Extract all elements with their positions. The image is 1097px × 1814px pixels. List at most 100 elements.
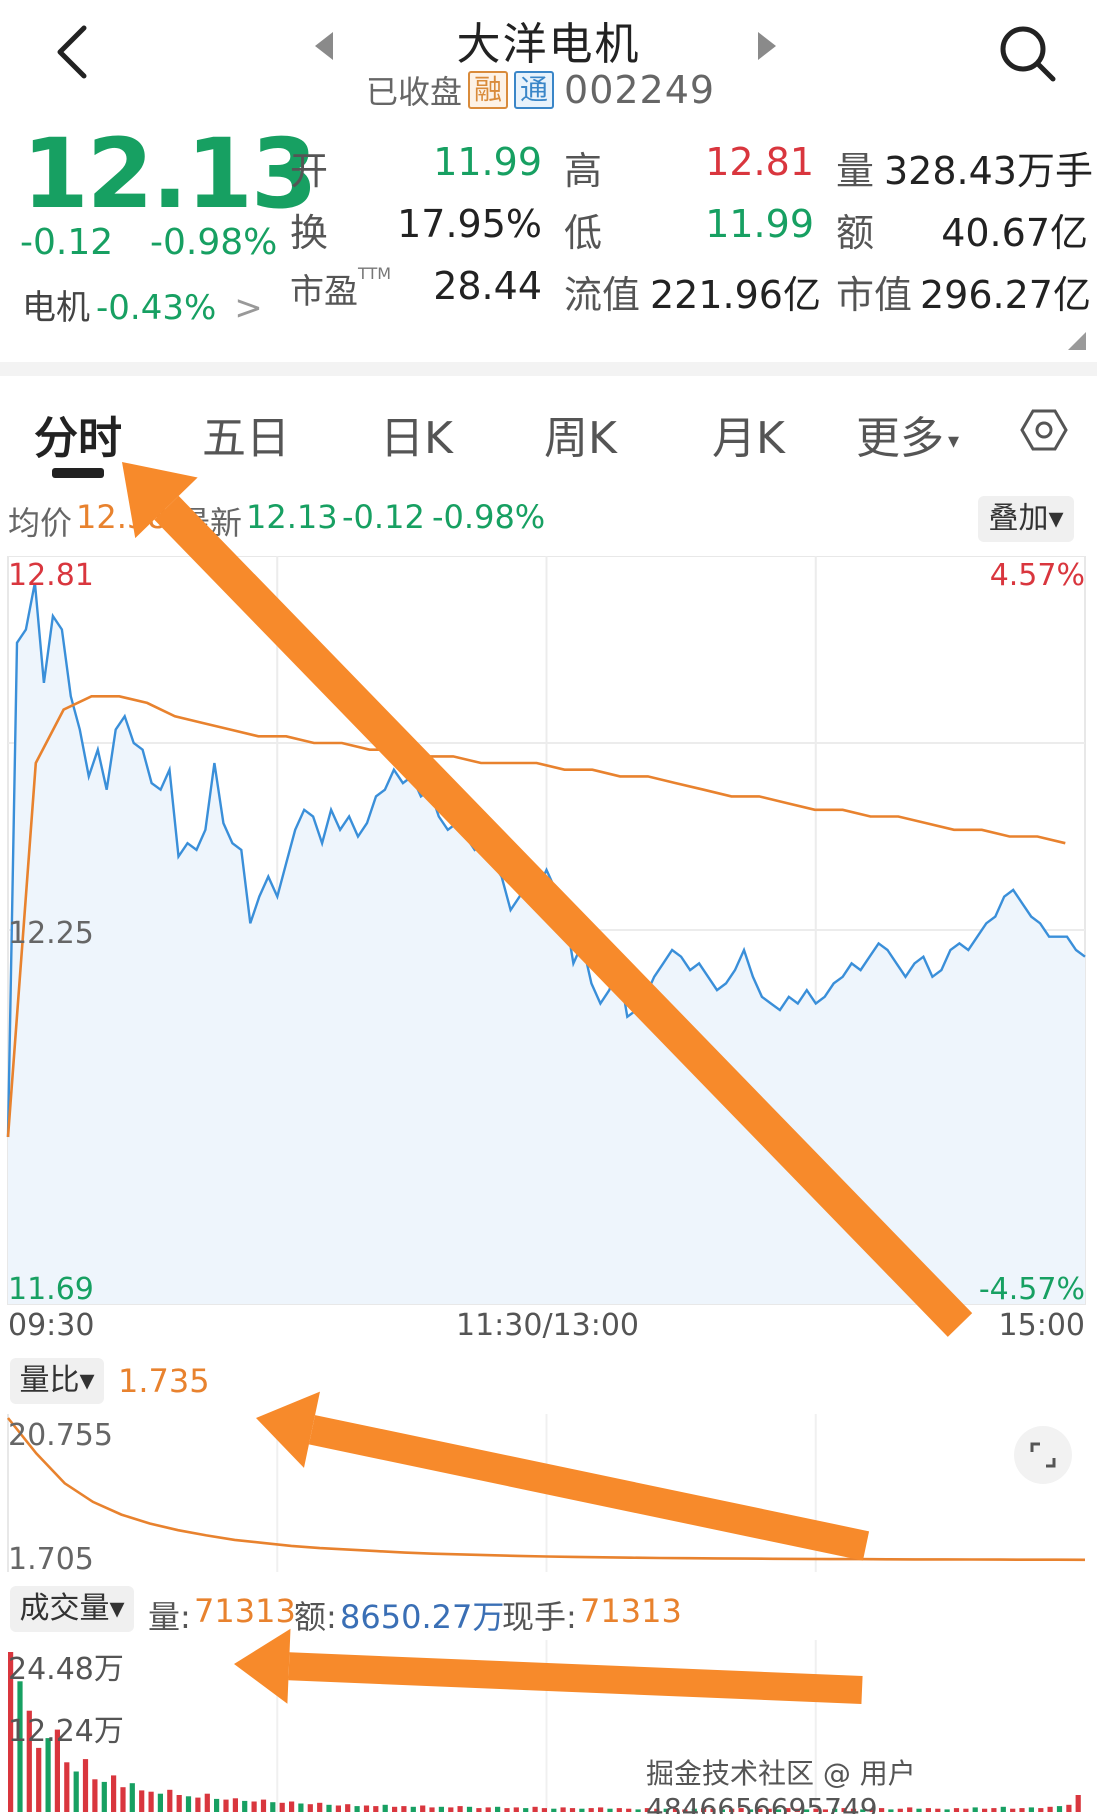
tab-monthly-k[interactable]: 月K: [712, 402, 785, 466]
volume-bar: [36, 1747, 42, 1812]
price-change: -0.12: [20, 222, 114, 263]
high-label: 高: [564, 149, 603, 193]
volume-bar: [251, 1801, 257, 1812]
y-mid-label: 12.25: [8, 916, 94, 951]
volume-bar: [279, 1802, 285, 1812]
watermark: 掘金技术社区 @ 用户4846656695749: [646, 1757, 916, 1814]
tab-five-day[interactable]: 五日: [202, 402, 290, 466]
volume-bar: [551, 1808, 557, 1812]
volume-bar: [457, 1806, 463, 1812]
amount-label: 额: [836, 211, 875, 255]
x-mid-label: 11:30/13:00: [456, 1308, 640, 1343]
turnover-value: 17.95%: [397, 202, 542, 246]
tab-more-label: 更多: [856, 413, 944, 464]
volume-selector[interactable]: 成交量▾: [10, 1586, 134, 1632]
volume-bar: [64, 1762, 70, 1812]
volume-bar: [82, 1759, 89, 1812]
volume-bar: [523, 1808, 529, 1812]
hexagon-settings-icon[interactable]: [1020, 406, 1068, 454]
volume-bar: [588, 1808, 594, 1812]
stock-name: 大洋电机: [456, 19, 641, 70]
y-right-max-label: 4.57%: [989, 558, 1085, 593]
volume-ratio-chart: [6, 1414, 1086, 1572]
volume-bar: [598, 1807, 604, 1812]
volume-bar: [148, 1791, 154, 1812]
pe-label: 市盈TTM: [290, 264, 391, 313]
sector-change: -0.43%: [96, 288, 217, 328]
volume-bar: [448, 1807, 454, 1812]
high-value: 12.81: [705, 140, 814, 184]
overlay-button[interactable]: 叠加▾: [978, 496, 1074, 542]
volume-bar: [401, 1806, 407, 1812]
volume-bar: [495, 1806, 501, 1812]
volume-bar: [476, 1808, 482, 1812]
volume-bar: [157, 1793, 163, 1812]
volume-bar: [120, 1787, 126, 1812]
margin-trading-tag: 融: [468, 71, 509, 109]
volume-bar: [504, 1808, 510, 1812]
market-status: 已收盘: [366, 73, 463, 111]
chart-info-bar: 均价 12.38 最新 12.13 -0.12 -0.98%: [0, 492, 1097, 544]
volume-bar: [345, 1804, 351, 1812]
vol-value: 71313: [194, 1592, 296, 1630]
volume-bar: [429, 1807, 435, 1812]
pe-value: 28.44: [433, 264, 542, 308]
expand-corners-icon[interactable]: [1014, 1426, 1072, 1484]
ratio-min-label: 1.705: [8, 1542, 94, 1577]
volume-bar: [635, 1809, 641, 1812]
tab-weekly-k[interactable]: 周K: [544, 402, 617, 466]
volume-bar: [214, 1798, 220, 1812]
caret-down-icon: ▾: [948, 428, 960, 454]
volume-bar: [270, 1802, 276, 1812]
stock-code: 002249: [564, 68, 716, 112]
volume-bar: [438, 1806, 444, 1812]
volume-bar: [420, 1805, 426, 1812]
expand-corner-icon[interactable]: [1068, 332, 1086, 350]
intraday-price-chart[interactable]: 12.81 12.25 11.69 4.57% -4.57% 09:30 11:…: [0, 556, 1097, 1343]
volume-bar: [513, 1807, 519, 1812]
volume-bar: [354, 1806, 360, 1812]
tab-more[interactable]: 更多 ▾: [856, 402, 959, 466]
hand-value: 71313: [580, 1592, 682, 1630]
sector-link[interactable]: 电机 -0.43% >: [22, 280, 263, 329]
vol-max-label: 24.48万: [8, 1652, 124, 1687]
triangle-right-icon[interactable]: [756, 30, 778, 62]
volume-bar: [307, 1804, 313, 1812]
latest-change: -0.12: [342, 498, 425, 536]
float-cap-label: 流值: [564, 273, 641, 317]
volume-bar: [410, 1806, 416, 1812]
volume-bar: [607, 1808, 613, 1812]
volume-bar: [466, 1806, 473, 1812]
volume-bar: [260, 1799, 267, 1812]
volume-bar: [579, 1808, 585, 1812]
volume-info-bar: 成交量▾ 量: 71313 额: 8650.27万 现手: 71313: [0, 1584, 1097, 1636]
volume-bar: [111, 1775, 117, 1812]
volume-bar: [298, 1803, 304, 1812]
amt-label: 额:: [294, 1598, 337, 1636]
ratio-max-label: 20.755: [8, 1418, 113, 1453]
tab-daily-k[interactable]: 日K: [380, 402, 453, 466]
avg-price-value: 12.38: [76, 498, 168, 536]
mkt-cap-label: 市值: [836, 273, 913, 317]
search-icon[interactable]: [996, 22, 1058, 84]
volume-bar: [326, 1804, 332, 1812]
turnover-label: 换: [290, 211, 329, 255]
volume-bar: [532, 1806, 538, 1812]
volume-bar: [569, 1808, 576, 1812]
active-tab-indicator: [52, 468, 104, 478]
volume-label: 量: [836, 149, 875, 193]
section-divider: [0, 362, 1097, 376]
volume-ratio-selector[interactable]: 量比▾: [10, 1358, 104, 1404]
y-min-label: 11.69: [8, 1272, 94, 1307]
vol-label: 量:: [148, 1598, 191, 1636]
quote-panel: 12.13 -0.12 -0.98% 电机 -0.43% > 开 11.99 高 1…: [0, 118, 1097, 358]
latest-value: 12.13: [246, 498, 338, 536]
chevron-right-icon: >: [234, 288, 263, 328]
volume-bar: [616, 1808, 622, 1812]
volume-bar: [317, 1802, 323, 1812]
volume-bar: [92, 1779, 98, 1812]
open-label: 开: [290, 149, 329, 193]
volume-bar: [335, 1805, 341, 1812]
volume-bar: [373, 1806, 379, 1812]
tab-intraday[interactable]: 分时: [34, 402, 122, 466]
